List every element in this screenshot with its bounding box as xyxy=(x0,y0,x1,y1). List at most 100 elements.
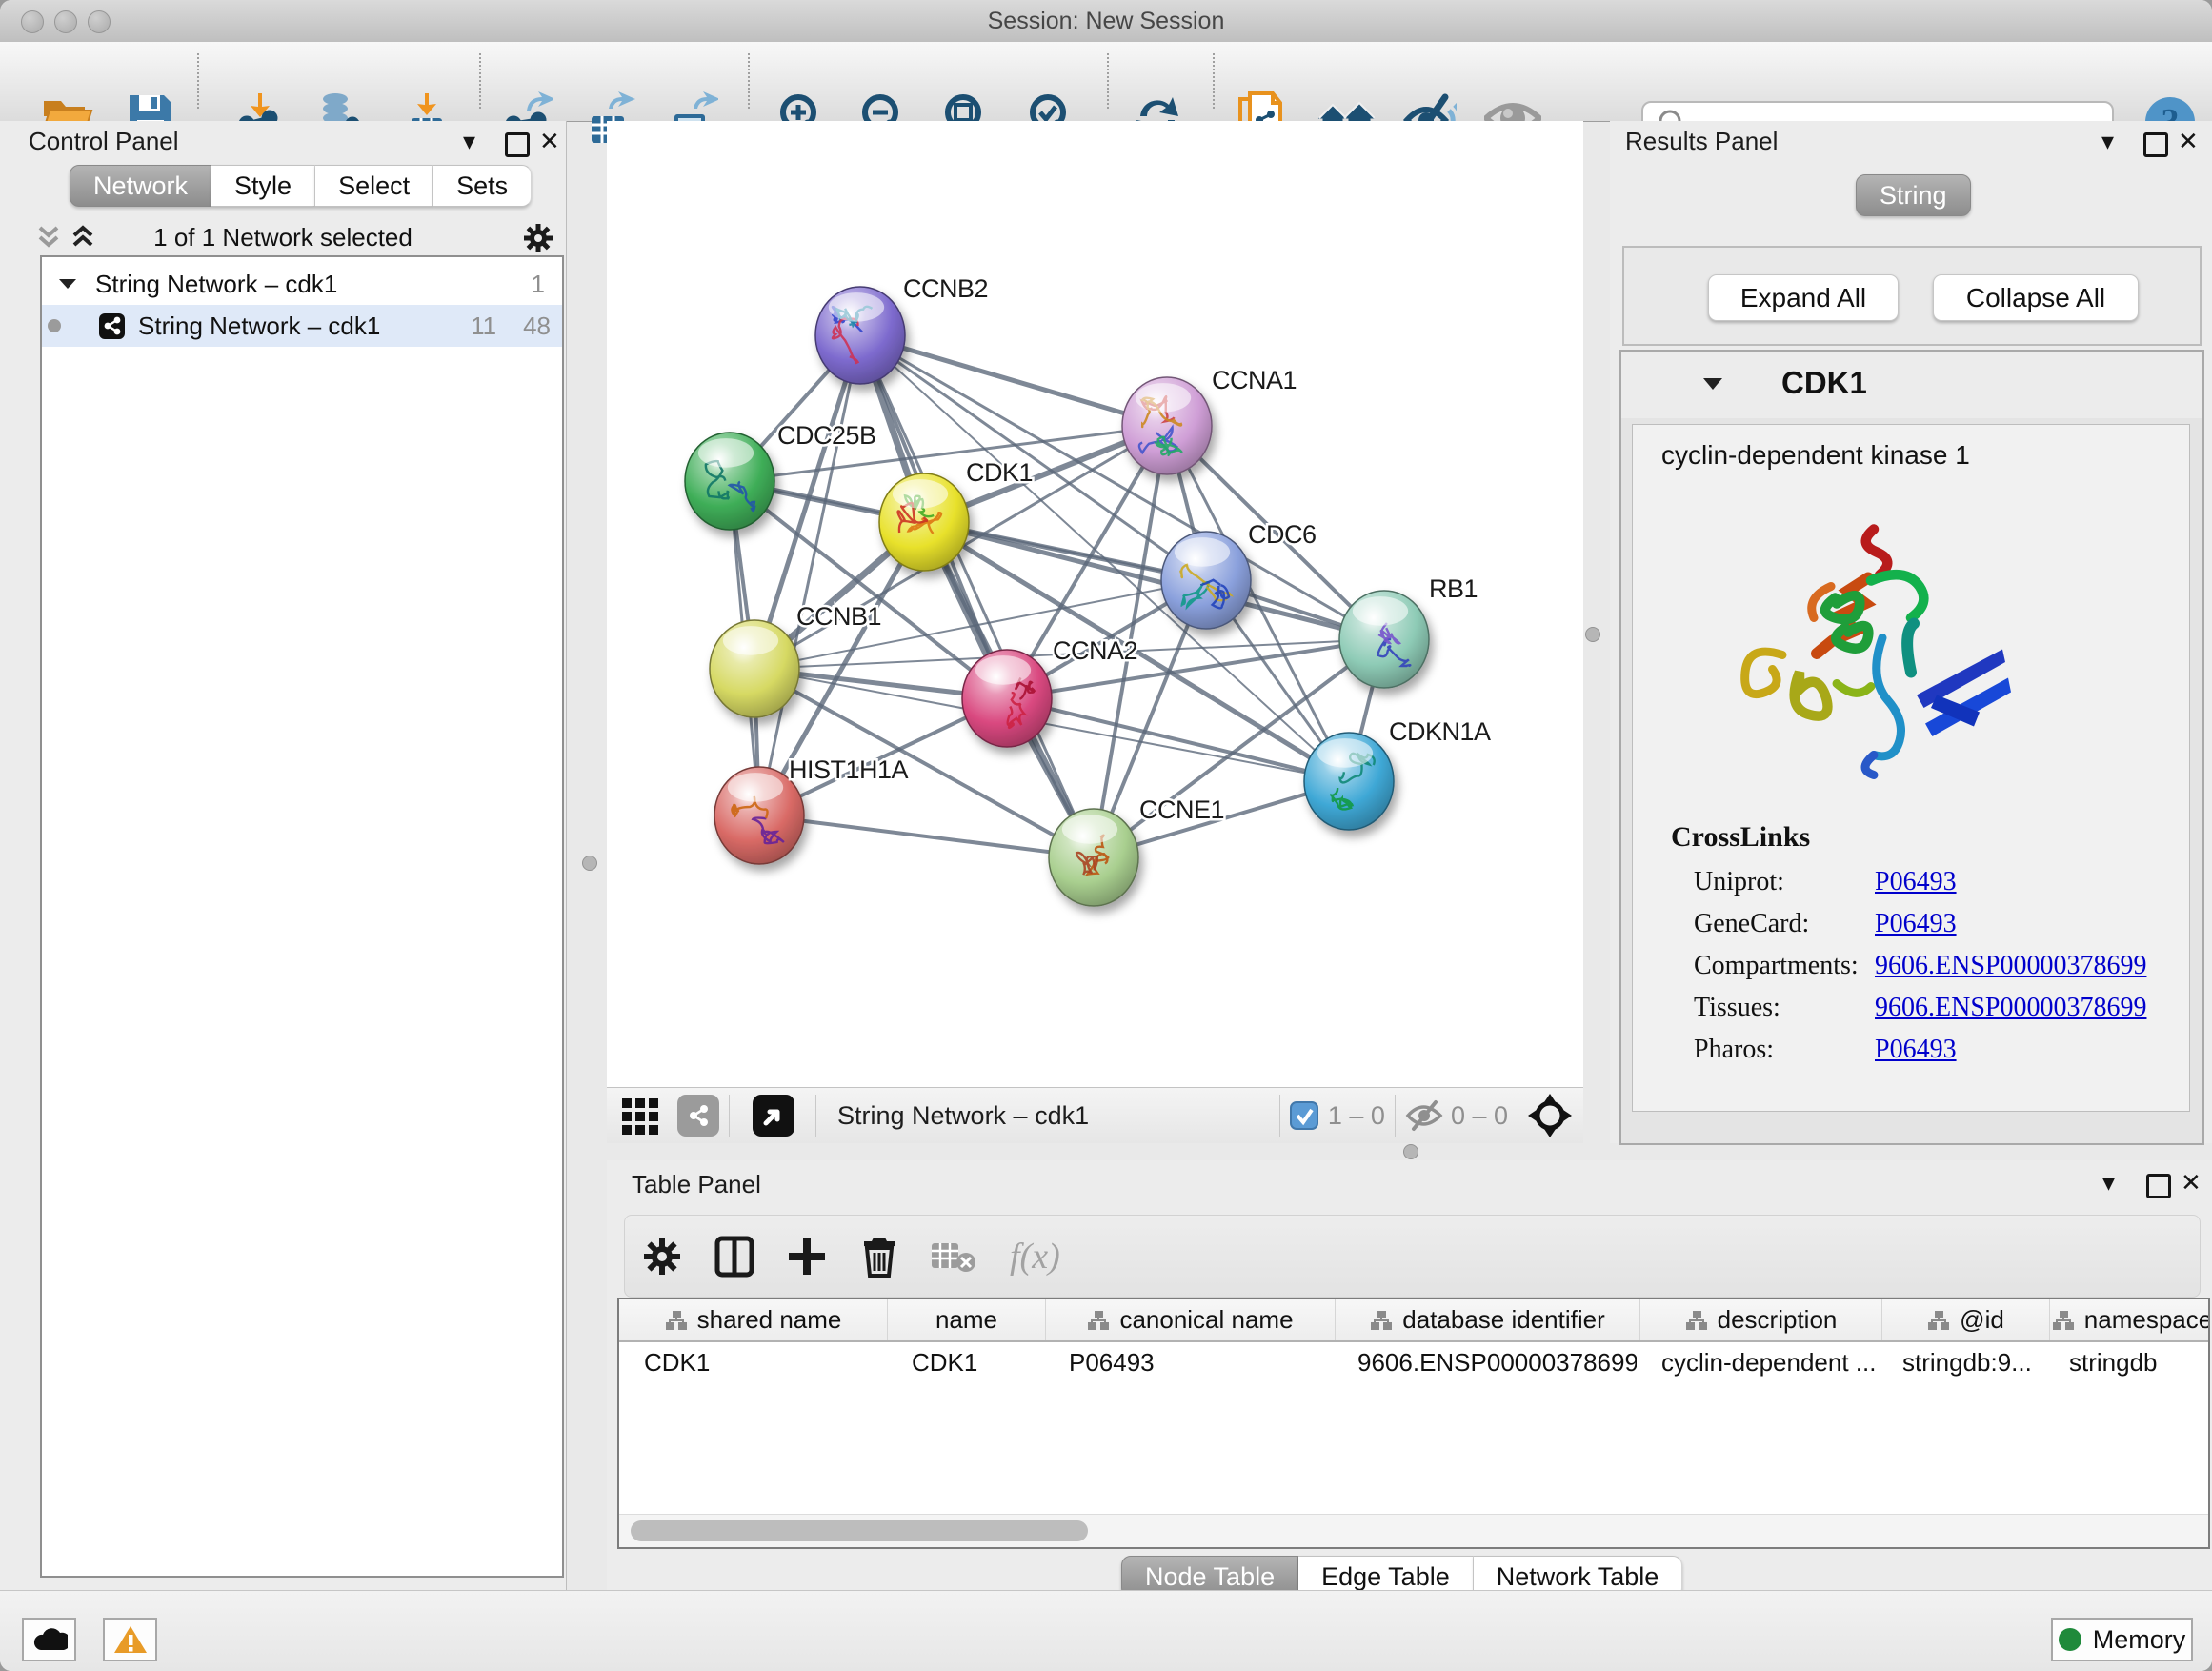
column-header-shared-name[interactable]: shared name xyxy=(619,1299,888,1340)
table-panel: Table Panel ▾ ✕ f(x) shared namenamecano… xyxy=(607,1160,2212,1590)
node-label: HIST1H1A xyxy=(789,755,909,784)
column-header-canonical-name[interactable]: canonical name xyxy=(1046,1299,1336,1340)
status-separator xyxy=(1279,1095,1280,1137)
cell-name[interactable]: CDK1 xyxy=(887,1348,1044,1378)
crosslink-link[interactable]: 9606.ENSP00000378699 xyxy=(1875,951,2146,981)
cell-description[interactable]: cyclin-dependent ... xyxy=(1637,1348,1878,1378)
birdseye-view-icon[interactable] xyxy=(753,1095,794,1137)
float-panel-icon[interactable] xyxy=(2146,1174,2171,1203)
network-edge[interactable] xyxy=(759,815,1094,857)
column-type-icon xyxy=(1087,1310,1110,1331)
crosslink-label: Pharos: xyxy=(1694,1035,1875,1065)
tab-select[interactable]: Select xyxy=(315,165,433,207)
network-node-CCNA2[interactable] xyxy=(962,650,1052,747)
expand-all-button[interactable]: Expand All xyxy=(1708,274,1899,321)
current-network-name: String Network – cdk1 xyxy=(837,1101,1089,1131)
network-node-CDK1[interactable] xyxy=(879,473,969,571)
gene-section-header[interactable]: CDK1 xyxy=(1621,352,2202,418)
collapse-all-button[interactable]: Collapse All xyxy=(1933,274,2139,321)
column-header-database-identifier[interactable]: database identifier xyxy=(1336,1299,1640,1340)
network-graph[interactable]: CCNB2CCNA1CDC25BCDK1CDC6RB1CCNB1CCNA2CDK… xyxy=(607,121,1583,1087)
network-edge[interactable] xyxy=(759,335,860,815)
tab-style[interactable]: Style xyxy=(211,165,315,207)
hidden-count: 0 – 0 xyxy=(1451,1101,1508,1131)
cell-@id[interactable]: stringdb:9... xyxy=(1878,1348,2044,1378)
network-node-CDKN1A[interactable] xyxy=(1304,733,1394,830)
network-node-CCNB1[interactable] xyxy=(710,620,799,717)
cell-namespace[interactable]: stringdb xyxy=(2044,1348,2208,1378)
column-header-@id[interactable]: @id xyxy=(1882,1299,2050,1340)
hidden-eye-icon[interactable] xyxy=(1405,1099,1443,1132)
tab-sets[interactable]: Sets xyxy=(433,165,532,207)
column-header-name[interactable]: name xyxy=(888,1299,1046,1340)
section-expander-icon[interactable] xyxy=(1701,374,1724,393)
show-columns-icon[interactable] xyxy=(714,1236,754,1278)
cell-shared-name[interactable]: CDK1 xyxy=(619,1348,887,1378)
options-gear-icon[interactable] xyxy=(522,222,554,254)
warnings-button[interactable] xyxy=(103,1618,157,1661)
network-canvas[interactable]: CCNB2CCNA1CDC25BCDK1CDC6RB1CCNB1CCNA2CDK… xyxy=(607,121,1583,1087)
tab-network[interactable]: Network xyxy=(70,165,211,207)
float-panel-icon[interactable] xyxy=(2143,132,2168,162)
left-splitter-handle[interactable] xyxy=(582,856,597,871)
control-panel-tabs: NetworkStyleSelectSets xyxy=(70,165,532,207)
network-edge-count: 48 xyxy=(523,312,551,341)
title-bar: Session: New Session xyxy=(0,0,2212,43)
delete-column-icon[interactable] xyxy=(861,1236,897,1278)
cell-database-identifier[interactable]: 9606.ENSP00000378699 xyxy=(1333,1348,1637,1378)
network-node-count: 11 xyxy=(471,312,496,341)
cell-canonical-name[interactable]: P06493 xyxy=(1044,1348,1333,1378)
gene-description: cyclin-dependent kinase 1 xyxy=(1661,440,1970,471)
selected-checkbox-icon[interactable] xyxy=(1290,1101,1318,1130)
crosslink-row: GeneCard:P06493 xyxy=(1694,903,2170,945)
pan-crosshair-icon[interactable] xyxy=(1528,1094,1572,1137)
node-label: CCNE1 xyxy=(1139,795,1224,824)
crosslink-row: Uniprot:P06493 xyxy=(1694,861,2170,903)
network-node-CCNA1[interactable] xyxy=(1122,377,1212,474)
gene-details: cyclin-dependent kinase 1 xyxy=(1632,424,2190,1112)
string-view-icon[interactable] xyxy=(677,1095,719,1137)
tree-expander-icon[interactable] xyxy=(57,275,78,292)
network-node-CDC6[interactable] xyxy=(1161,532,1251,629)
panel-menu-icon[interactable]: ▾ xyxy=(2102,1168,2115,1198)
crosslink-link[interactable]: P06493 xyxy=(1875,1035,1957,1065)
crosslink-link[interactable]: P06493 xyxy=(1875,867,1957,897)
column-header-namespace[interactable]: namespace xyxy=(2050,1299,2210,1340)
bottom-splitter-handle[interactable] xyxy=(1403,1144,1418,1159)
network-row-selected[interactable]: String Network – cdk1 11 48 xyxy=(42,305,562,347)
network-node-CCNB2[interactable] xyxy=(815,287,905,384)
network-edge[interactable] xyxy=(860,335,1167,426)
close-panel-icon[interactable]: ✕ xyxy=(2181,1168,2202,1198)
panel-menu-icon[interactable]: ▾ xyxy=(463,127,475,156)
warning-icon xyxy=(113,1624,148,1655)
table-gear-icon[interactable] xyxy=(642,1237,682,1277)
crosslink-link[interactable]: P06493 xyxy=(1875,909,1957,939)
close-panel-icon[interactable]: ✕ xyxy=(539,127,560,156)
cloud-button[interactable] xyxy=(22,1618,76,1661)
status-separator xyxy=(815,1095,816,1137)
grid-view-icon[interactable] xyxy=(620,1095,662,1137)
float-panel-icon[interactable] xyxy=(505,132,530,162)
horizontal-scrollbar[interactable] xyxy=(619,1514,2208,1547)
network-node-RB1[interactable] xyxy=(1339,591,1429,688)
table-row[interactable]: CDK1CDK1P064939606.ENSP00000378699cyclin… xyxy=(619,1342,2208,1382)
node-label: CCNB2 xyxy=(903,274,988,303)
memory-button[interactable]: Memory xyxy=(2051,1618,2193,1661)
column-header-description[interactable]: description xyxy=(1640,1299,1882,1340)
toolbar-separator xyxy=(479,53,481,109)
crosslink-link[interactable]: 9606.ENSP00000378699 xyxy=(1875,993,2146,1023)
toolbar-separator xyxy=(197,53,199,109)
right-splitter-handle[interactable] xyxy=(1585,627,1600,642)
table-toolbar: f(x) xyxy=(624,1215,2201,1298)
tab-string[interactable]: String xyxy=(1856,174,1971,216)
network-node-CDC25B[interactable] xyxy=(685,433,774,530)
close-panel-icon[interactable]: ✕ xyxy=(2178,127,2199,156)
add-column-icon[interactable] xyxy=(787,1237,827,1277)
network-collection-row[interactable]: String Network – cdk1 1 xyxy=(42,263,562,305)
panel-menu-icon[interactable]: ▾ xyxy=(2101,127,2114,156)
crosslinks-list: Uniprot:P06493GeneCard:P06493Compartment… xyxy=(1694,861,2170,1071)
application-window: Session: New Session ? Control Panel xyxy=(0,0,2212,1671)
scrollbar-thumb[interactable] xyxy=(631,1520,1088,1541)
delete-table-icon[interactable] xyxy=(930,1239,977,1274)
network-node-CCNE1[interactable] xyxy=(1049,809,1138,906)
